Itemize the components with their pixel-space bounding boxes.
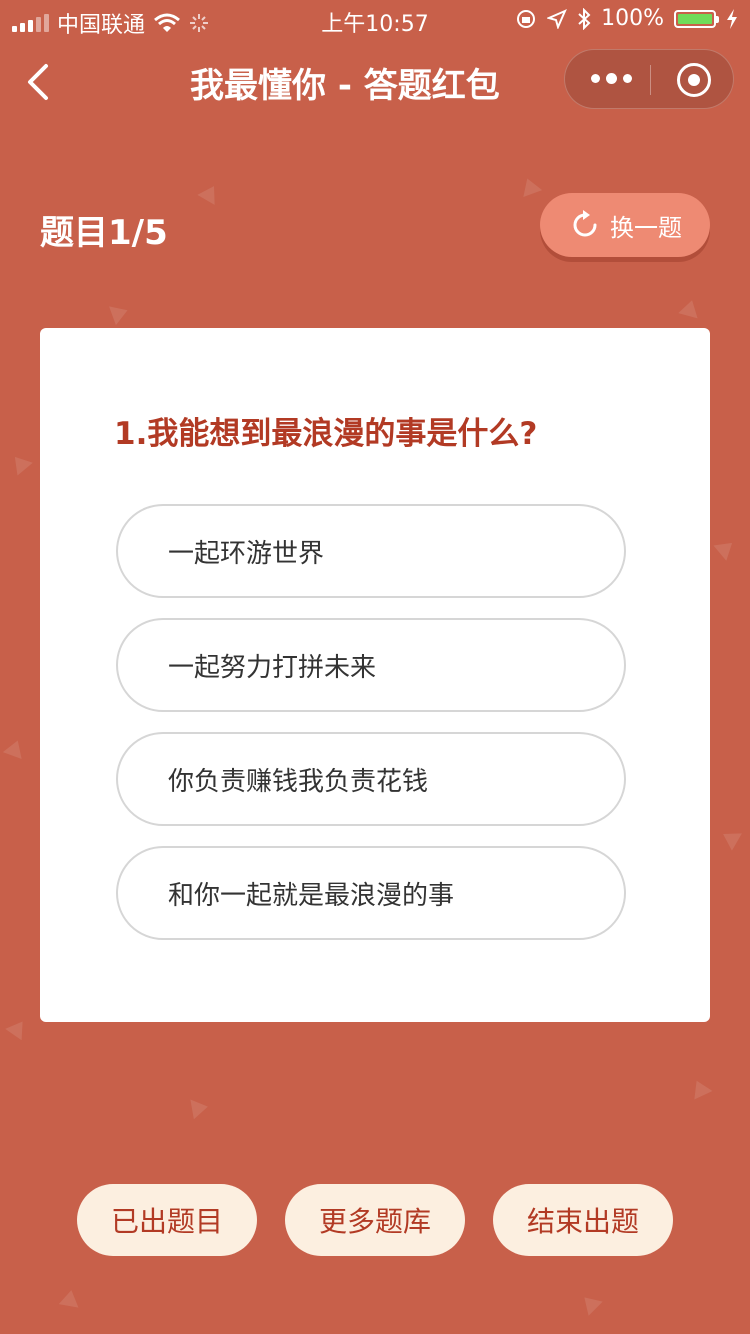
asked-questions-button[interactable]: 已出题目 [77,1184,257,1256]
status-right: 100% [515,6,738,31]
battery-percent: 100% [601,6,664,31]
question-counter: 题目1/5 [40,213,168,253]
status-bar: 中国联通 上午10:57 100% [0,0,750,40]
more-question-bank-button[interactable]: 更多题库 [285,1184,465,1256]
question-text: 1.我能想到最浪漫的事是什么? [114,416,538,452]
answer-options: 一起环游世界 一起努力打拼未来 你负责赚钱我负责花钱 和你一起就是最浪漫的事 [116,504,626,960]
bottom-actions: 已出题目 更多题库 结束出题 [0,1184,750,1256]
more-dots-icon[interactable] [591,73,632,84]
switch-question-button[interactable]: 换一题 [540,193,710,257]
rotation-lock-icon [517,9,536,28]
location-icon [547,8,568,29]
battery-icon [674,9,719,28]
refresh-icon [573,210,597,237]
capsule-divider [650,65,651,95]
answer-option-3[interactable]: 你负责赚钱我负责花钱 [116,732,626,826]
nav-bar: 我最懂你 - 答题红包 [0,40,750,128]
answer-option-2[interactable]: 一起努力打拼未来 [116,618,626,712]
back-arrow-icon[interactable] [18,58,58,106]
bluetooth-icon [578,7,591,30]
answer-option-4[interactable]: 和你一起就是最浪漫的事 [116,846,626,940]
close-target-icon[interactable] [677,63,711,97]
answer-option-1[interactable]: 一起环游世界 [116,504,626,598]
page-title: 我最懂你 - 答题红包 [190,66,500,106]
finish-button[interactable]: 结束出题 [493,1184,673,1256]
mini-program-capsule [564,49,734,109]
switch-question-label: 换一题 [610,213,682,242]
charging-icon [727,8,737,29]
question-card: 1.我能想到最浪漫的事是什么? 一起环游世界 一起努力打拼未来 你负责赚钱我负责… [40,328,710,1022]
